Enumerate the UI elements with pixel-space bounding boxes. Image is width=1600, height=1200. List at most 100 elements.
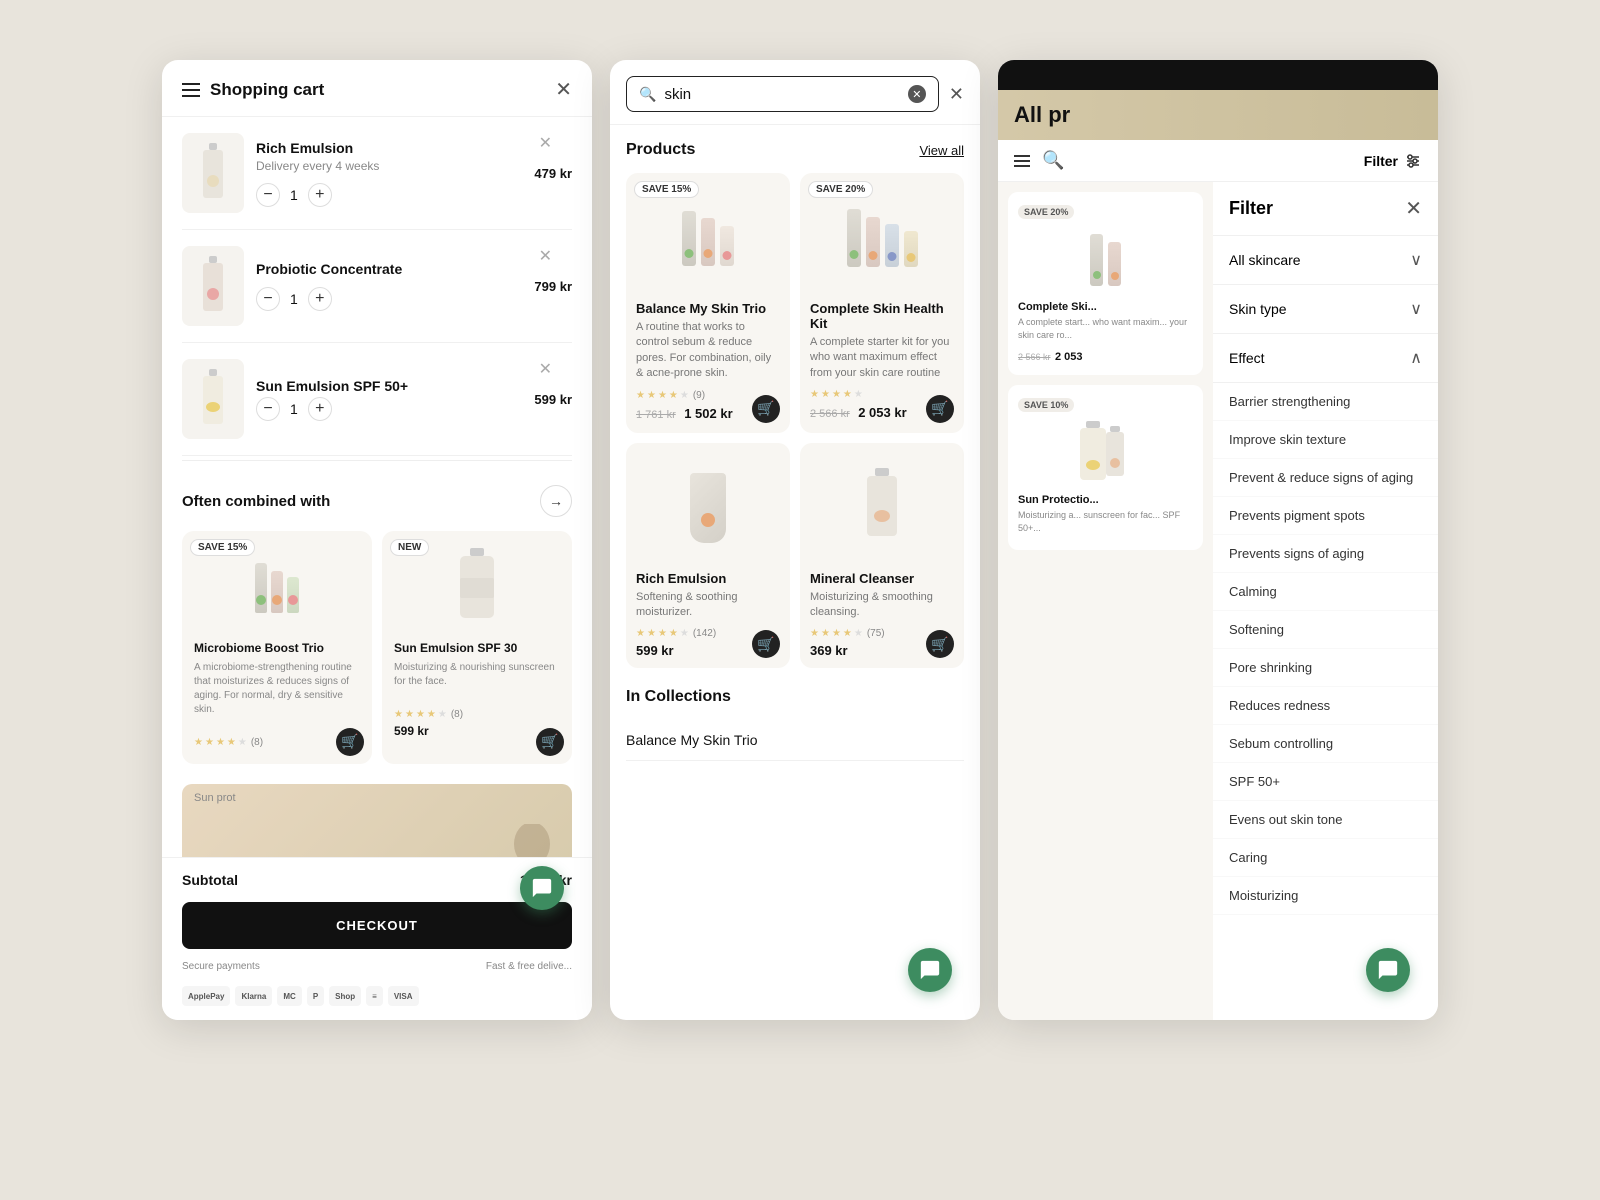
filter-p2-desc: Moisturizing a... sunscreen for fac... S… [1018,509,1193,534]
item-1-remove[interactable]: ✕ [539,133,552,153]
all-skincare-chevron: ∨ [1410,250,1422,270]
filter-sub-header: 🔍 Filter [998,140,1438,182]
filter-menu-icon[interactable] [1014,155,1030,167]
filter-title: Filter [1229,198,1273,219]
product-card-4: Mineral Cleanser Moisturizing & smoothin… [800,443,964,669]
filter-p1-desc: A complete start... who want maxim... yo… [1018,316,1193,341]
subtotal-label: Subtotal [182,872,238,888]
filter-p1-orig: 2 566 kr [1018,352,1051,362]
filter-top-bg: All pr [998,60,1438,140]
item-2-name: Probiotic Concentrate [256,261,522,277]
cart-item-1: Rich Emulsion Delivery every 4 weeks − 1… [182,117,572,230]
add-to-cart-1[interactable]: 🛒 [336,728,364,756]
item-3-image [182,359,244,439]
all-skincare-dropdown[interactable]: All skincare ∨ [1213,236,1438,285]
product-3-img [636,453,780,563]
often-combined-arrow[interactable]: → [540,485,572,517]
filter-p2-badge: SAVE 10% [1018,398,1074,412]
item-3-remove[interactable]: ✕ [539,359,552,379]
qty-decrease-3[interactable]: − [256,397,280,421]
menu-icon[interactable] [182,83,200,97]
effect-sebum-controlling[interactable]: Sebum controlling [1213,725,1438,763]
filter-product-2: SAVE 10% S [1008,385,1203,550]
filter-panel: All pr 🔍 Filter [998,60,1438,1020]
clear-search-button[interactable]: ✕ [908,85,926,103]
qty-increase-3[interactable]: + [308,397,332,421]
filter-p1-img [1018,225,1193,295]
klarna-icon: Klarna [235,986,272,1006]
item-2-remove[interactable]: ✕ [539,246,552,266]
effect-caring[interactable]: Caring [1213,839,1438,877]
add-to-cart-2[interactable]: 🛒 [536,728,564,756]
checkout-button[interactable]: CHECKOUT [182,902,572,949]
filter-header: Filter ✕ [1213,182,1438,236]
effect-calming[interactable]: Calming [1213,573,1438,611]
item-1-info: Rich Emulsion Delivery every 4 weeks − 1… [256,140,522,207]
qty-increase-1[interactable]: + [308,183,332,207]
product-1-desc: A routine that works to control sebum & … [636,320,780,382]
skin-type-chevron: ∨ [1410,299,1422,319]
filter-search-icon[interactable]: 🔍 [1042,150,1064,171]
other-icon: ≡ [366,986,383,1006]
collection-item-1[interactable]: Balance My Skin Trio [626,720,964,761]
qty-decrease-2[interactable]: − [256,287,280,311]
product-4-name: Mineral Cleanser [810,571,954,586]
item-1-name: Rich Emulsion [256,140,522,156]
all-products-banner: All pr [998,90,1438,140]
suggested-name-1: Microbiome Boost Trio [194,641,360,657]
effect-softening[interactable]: Softening [1213,611,1438,649]
qty-num-2: 1 [290,291,298,307]
qty-num-3: 1 [290,401,298,417]
product-2-img [810,183,954,293]
product-1-orig-price: 1 761 kr [636,409,676,421]
cart-item-3: Sun Emulsion SPF 50+ − 1 + 599 kr ✕ [182,343,572,456]
search-close-button[interactable]: ✕ [949,84,964,105]
qty-control-1: − 1 + [256,183,522,207]
filter-p1-pricing: 2 566 kr 2 053 [1018,347,1193,365]
effect-pore-shrinking[interactable]: Pore shrinking [1213,649,1438,687]
view-all-button[interactable]: View all [919,143,964,158]
qty-decrease-1[interactable]: − [256,183,280,207]
qty-increase-2[interactable]: + [308,287,332,311]
suggested-desc-1: A microbiome-strengthening routine that … [194,661,360,717]
often-combined-title: Often combined with [182,493,330,510]
filter-product-1: SAVE 20% Complete Ski... A complete st [1008,192,1203,375]
skin-type-dropdown[interactable]: Skin type ∨ [1213,285,1438,334]
product-3-desc: Softening & soothing moisturizer. [636,590,780,621]
chat-bubble-filter[interactable] [1366,948,1410,992]
chat-bubble-search[interactable] [908,948,952,992]
cart-close-button[interactable]: ✕ [555,80,572,100]
filter-close-button[interactable]: ✕ [1405,196,1422,221]
product-1-badge: SAVE 15% [634,181,699,198]
chat-bubble[interactable] [520,866,564,910]
search-input[interactable] [664,86,899,103]
search-header: 🔍 ✕ ✕ [610,60,980,125]
filter-nav-icons: 🔍 [1014,150,1064,171]
suggested-price-2: 599 kr [394,724,560,738]
cart-item-2: Probiotic Concentrate − 1 + 799 kr ✕ [182,230,572,343]
cart-panel: Shopping cart ✕ Rich Emulsion [162,60,592,1020]
product-2-orig-price: 2 566 kr [810,408,850,420]
suggested-img-2 [394,543,560,633]
suggested-name-2: Sun Emulsion SPF 30 [394,641,560,657]
effect-evens-skin-tone[interactable]: Evens out skin tone [1213,801,1438,839]
effect-reduces-redness[interactable]: Reduces redness [1213,687,1438,725]
add-to-cart-product-2[interactable]: 🛒 [926,395,954,423]
effect-improve-skin-texture[interactable]: Improve skin texture [1213,421,1438,459]
product-2-price: 2 053 kr [858,405,906,420]
effect-prevents-pigment-spots[interactable]: Prevents pigment spots [1213,497,1438,535]
effect-spf-50[interactable]: SPF 50+ [1213,763,1438,801]
save-badge-1: SAVE 15% [190,539,255,556]
effect-prevents-signs-aging[interactable]: Prevents signs of aging [1213,535,1438,573]
effect-dropdown[interactable]: Effect ∧ [1213,334,1438,383]
add-to-cart-product-1[interactable]: 🛒 [752,395,780,423]
effect-prevent-aging[interactable]: Prevent & reduce signs of aging [1213,459,1438,497]
product-2-name: Complete Skin Health Kit [810,301,954,331]
filter-p2-img [1018,418,1193,488]
skin-type-label: Skin type [1229,301,1287,317]
review-count-2: (8) [451,709,463,720]
product-card-1: SAVE 15% [626,173,790,433]
effect-moisturizing[interactable]: Moisturizing [1213,877,1438,915]
review-count-1: (8) [251,737,263,748]
effect-barrier-strengthening[interactable]: Barrier strengthening [1213,383,1438,421]
